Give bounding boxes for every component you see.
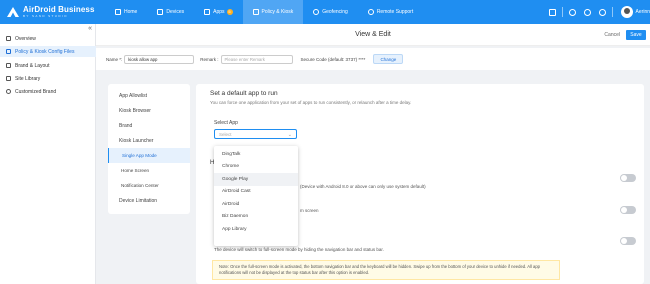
remote-support-icon bbox=[367, 9, 374, 15]
divider bbox=[561, 7, 563, 17]
nav-apps[interactable]: Apps 5 bbox=[194, 0, 242, 24]
setting-row-3-text: The device will switch to full-screen mo… bbox=[214, 247, 384, 252]
secure-code-label: Secure Code (default: 3737) **** bbox=[300, 56, 366, 62]
option-google-play[interactable]: Google Play bbox=[214, 173, 298, 186]
user-name[interactable]: Aerinn bbox=[636, 9, 650, 15]
nav-remote-label: Remote Support bbox=[376, 9, 414, 15]
apps-icon bbox=[204, 9, 211, 15]
config-form-bar: Name *: kiosk allow app Remark : Please … bbox=[96, 48, 650, 70]
sidebar-item-customized-brand[interactable]: Customized Brand bbox=[0, 86, 96, 97]
site-library-icon bbox=[6, 76, 11, 81]
avatar[interactable] bbox=[620, 6, 633, 18]
policy-icon bbox=[252, 9, 259, 15]
name-input[interactable]: kiosk allow app bbox=[124, 54, 195, 64]
logo[interactable]: AirDroid Business BY SAND STUDIO bbox=[0, 6, 105, 18]
setting-toggle-1[interactable] bbox=[620, 174, 636, 182]
name-label: Name *: bbox=[106, 56, 123, 62]
home-icon bbox=[115, 9, 121, 15]
select-app-label: Select App bbox=[214, 120, 238, 126]
sidebar-item-brand-layout[interactable]: Brand & Layout bbox=[0, 60, 96, 71]
logo-title: AirDroid Business bbox=[23, 5, 95, 14]
select-app-dropdown[interactable]: Select ⌄ bbox=[214, 129, 297, 139]
option-app-library[interactable]: App Library bbox=[214, 223, 298, 236]
option-chrome[interactable]: Chrome bbox=[214, 161, 298, 174]
customized-brand-icon bbox=[6, 89, 11, 94]
brand-icon bbox=[6, 63, 11, 68]
help-icon[interactable] bbox=[568, 8, 576, 16]
sidebar-item-label: Policy & Kiosk Config Files bbox=[15, 48, 75, 55]
remark-label: Remark : bbox=[200, 56, 219, 62]
globe-icon[interactable] bbox=[598, 8, 606, 16]
config-icon bbox=[6, 49, 11, 54]
option-biz-daemon[interactable]: Biz Daemon bbox=[214, 211, 298, 224]
sidebar-item-site-library[interactable]: Site Library bbox=[0, 73, 96, 84]
nav-remote-support[interactable]: Remote Support bbox=[358, 0, 423, 24]
nav-apps-label: Apps bbox=[213, 9, 225, 15]
select-placeholder: Select bbox=[219, 132, 232, 137]
nav-geofencing-label: Geofencing bbox=[322, 9, 348, 15]
section-description: You can force one application from your … bbox=[210, 100, 412, 105]
nav-policy-kiosk[interactable]: Policy & Kiosk bbox=[242, 0, 304, 24]
section-title: Set a default app to run bbox=[210, 90, 278, 97]
cfg-item-app-allowlist[interactable]: App Allowlist bbox=[108, 88, 190, 103]
sidebar: « Overview Policy & Kiosk Config Files B… bbox=[0, 24, 96, 284]
top-nav-bar: AirDroid Business BY SAND STUDIO Home De… bbox=[0, 0, 650, 24]
nav-geofencing[interactable]: Geofencing bbox=[303, 0, 358, 24]
cfg-item-single-app-mode[interactable]: Single App Mode bbox=[108, 148, 190, 163]
sidebar-item-label: Overview bbox=[15, 35, 36, 42]
setting-row-2-text: m screen bbox=[300, 208, 319, 213]
remark-input[interactable]: Please enter Remark bbox=[220, 54, 293, 64]
title-bar: View & Edit Cancel Save bbox=[96, 24, 650, 46]
fullscreen-note: Note: Once the full-screen mode is activ… bbox=[212, 260, 560, 280]
setting-toggle-3[interactable] bbox=[620, 237, 636, 245]
sidebar-item-config-files[interactable]: Policy & Kiosk Config Files bbox=[0, 46, 96, 57]
gear-icon[interactable] bbox=[548, 8, 556, 16]
nav-policy-label: Policy & Kiosk bbox=[261, 9, 294, 15]
setting-toggle-2[interactable] bbox=[620, 206, 636, 214]
sidebar-item-label: Brand & Layout bbox=[15, 62, 50, 69]
nav-devices[interactable]: Devices bbox=[147, 0, 194, 24]
collapse-sidebar-icon[interactable]: « bbox=[88, 25, 92, 32]
cfg-item-home-screen[interactable]: Home Screen bbox=[108, 163, 190, 178]
logo-subtitle: BY SAND STUDIO bbox=[23, 14, 68, 18]
config-menu: App Allowlist Kiosk Browser Brand Kiosk … bbox=[108, 84, 190, 214]
change-button[interactable]: Change bbox=[373, 54, 404, 64]
airdroid-logo-icon bbox=[6, 6, 20, 18]
cfg-item-device-limitation[interactable]: Device Limitation bbox=[108, 193, 190, 208]
top-right-tools: Aerinn bbox=[545, 0, 650, 24]
nav-devices-label: Devices bbox=[166, 9, 185, 15]
cfg-item-kiosk-launcher[interactable]: Kiosk Launcher bbox=[108, 133, 190, 148]
apps-badge: 5 bbox=[226, 9, 233, 15]
main-nav: Home Devices Apps 5 Policy & Kiosk Geofen… bbox=[105, 0, 423, 24]
overview-icon bbox=[6, 36, 11, 41]
cfg-item-kiosk-browser[interactable]: Kiosk Browser bbox=[108, 103, 190, 118]
setting-row-1-text: (Device with Android 8.0 or above can on… bbox=[300, 184, 426, 189]
cancel-button[interactable]: Cancel bbox=[604, 32, 620, 38]
option-airdroid-cast[interactable]: AirDroid Cast bbox=[214, 186, 298, 199]
option-dingtalk[interactable]: DingTalk bbox=[214, 148, 298, 161]
geofence-icon bbox=[313, 9, 320, 15]
cfg-item-brand[interactable]: Brand bbox=[108, 118, 190, 133]
save-button[interactable]: Save bbox=[626, 30, 646, 40]
sidebar-item-label: Customized Brand bbox=[15, 88, 57, 95]
page-title: View & Edit bbox=[355, 31, 391, 38]
select-app-options: DingTalk Chrome Google Play AirDroid Cas… bbox=[214, 146, 298, 246]
sidebar-item-label: Site Library bbox=[15, 75, 41, 82]
nav-home-label: Home bbox=[124, 9, 138, 15]
divider bbox=[611, 7, 613, 17]
option-airdroid[interactable]: AirDroid bbox=[214, 198, 298, 211]
device-icon bbox=[157, 9, 164, 15]
cfg-item-notification-center[interactable]: Notification Center bbox=[108, 178, 190, 193]
nav-home[interactable]: Home bbox=[105, 0, 147, 24]
chevron-down-icon: ⌄ bbox=[287, 132, 292, 138]
sidebar-item-overview[interactable]: Overview bbox=[0, 33, 96, 44]
notification-icon[interactable] bbox=[583, 8, 591, 16]
